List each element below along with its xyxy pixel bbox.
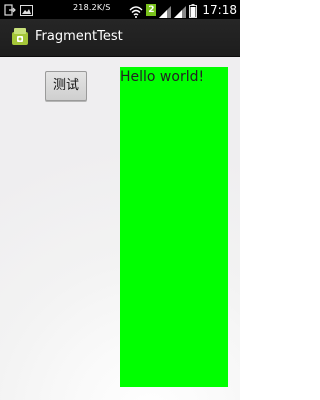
android-app-icon[interactable] <box>10 27 30 47</box>
signal-icon <box>159 3 172 18</box>
network-speed: 218.2K/S <box>73 3 111 12</box>
status-bar: 218.2K/S 2 17:18 <box>0 0 240 19</box>
image-icon <box>20 2 33 16</box>
network-badge: 2 <box>146 3 157 16</box>
usb-icon <box>4 2 16 16</box>
signal-icon <box>174 3 187 18</box>
fragment-panel: Hello world! <box>120 67 228 387</box>
content-area: 测试 Hello world! <box>0 57 240 400</box>
status-left-icons <box>4 2 33 16</box>
status-clock: 17:18 <box>202 2 237 17</box>
test-button[interactable]: 测试 <box>45 71 87 101</box>
status-right-icons: 2 17:18 <box>129 1 237 18</box>
fragment-text: Hello world! <box>120 69 205 85</box>
battery-icon <box>189 3 198 18</box>
wifi-icon <box>129 3 143 18</box>
app-title: FragmentTest <box>35 29 123 44</box>
screen: 218.2K/S 2 17:18 FragmentTest 测试 Hello w… <box>0 0 240 400</box>
action-bar: FragmentTest <box>0 19 240 57</box>
